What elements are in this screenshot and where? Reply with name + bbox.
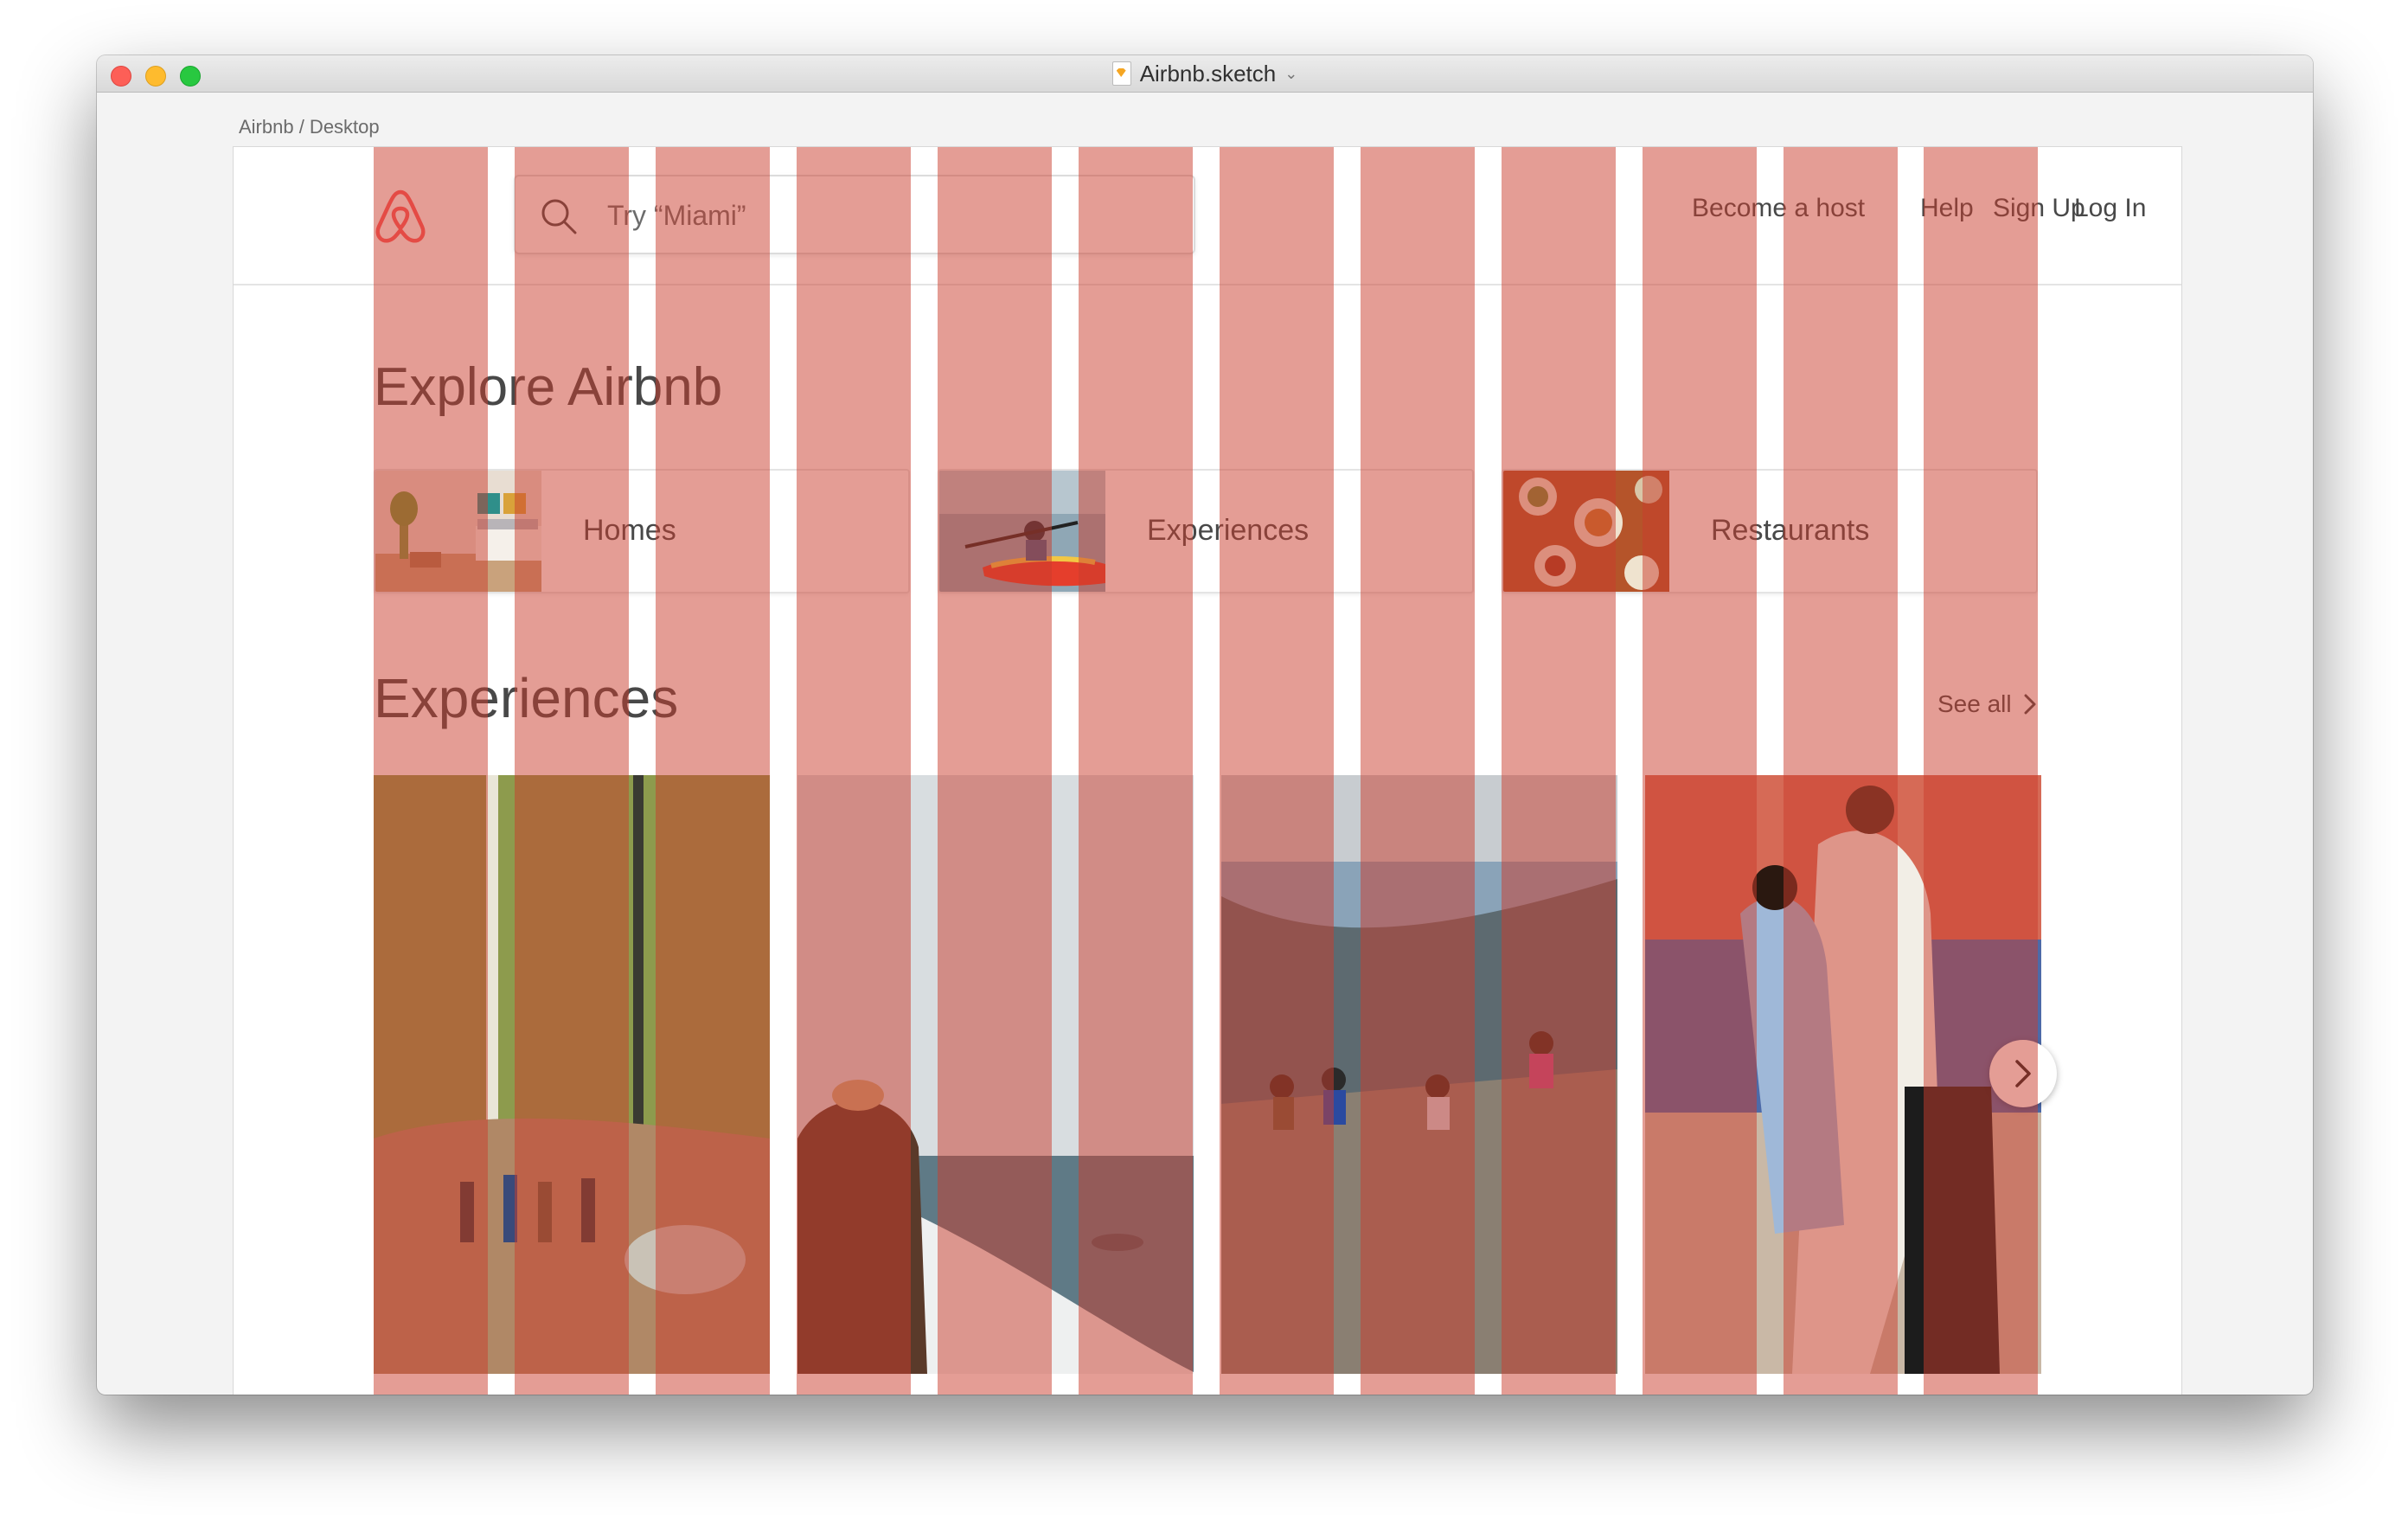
category-card-experiences[interactable]: Experiences — [938, 469, 1474, 593]
category-label-homes: Homes — [583, 514, 676, 547]
see-all-link[interactable]: See all — [1937, 690, 2036, 718]
homes-thumbnail — [375, 471, 541, 592]
experience-card-forest-hike[interactable] — [374, 775, 770, 1374]
boat-dolphins-photo — [797, 775, 1194, 1374]
search-input[interactable] — [605, 192, 1162, 239]
explore-title: Explore Airbnb — [374, 357, 723, 417]
category-card-homes[interactable]: Homes — [374, 469, 910, 593]
category-card-restaurants[interactable]: Restaurants — [1502, 469, 2038, 593]
experience-card-salsa[interactable] — [1645, 775, 2041, 1374]
chevron-down-icon: ⌄ — [1284, 64, 1298, 82]
window-titlebar: Airbnb.sketch ⌄ — [97, 55, 2313, 93]
artboard-desktop[interactable]: Become a host Help Sign Up Log In Explor… — [234, 147, 2181, 1395]
search-box[interactable] — [514, 175, 1195, 254]
sign-up-link[interactable]: Sign Up — [1993, 194, 2085, 223]
salsa-dancers-photo — [1645, 775, 2041, 1374]
experience-card-dolphin-boat[interactable] — [797, 775, 1194, 1374]
document-title[interactable]: Airbnb.sketch ⌄ — [97, 55, 2313, 92]
forest-hike-photo — [374, 775, 770, 1374]
chevron-right-icon — [2015, 1060, 2031, 1087]
experience-card-mountain-view[interactable] — [1221, 775, 1617, 1374]
airbnb-logo-icon[interactable] — [374, 187, 427, 246]
experiences-thumbnail — [939, 471, 1105, 592]
category-label-restaurants: Restaurants — [1711, 514, 1870, 547]
carousel-next-button[interactable] — [1989, 1040, 2057, 1107]
sketch-document-icon — [1111, 61, 1131, 86]
navbar: Become a host Help Sign Up Log In — [234, 147, 2181, 285]
category-label-experiences: Experiences — [1147, 514, 1310, 547]
sketch-window: Airbnb.sketch ⌄ Airbnb / Desktop Become … — [97, 55, 2313, 1395]
restaurants-thumbnail — [1503, 471, 1669, 592]
see-all-label: See all — [1937, 690, 2012, 717]
mountain-view-photo — [1221, 775, 1617, 1374]
artboard-label[interactable]: Airbnb / Desktop — [239, 116, 380, 138]
document-title-text: Airbnb.sketch — [1139, 60, 1277, 87]
help-link[interactable]: Help — [1920, 194, 1974, 223]
log-in-link[interactable]: Log In — [2074, 194, 2146, 223]
experiences-title: Experiences — [374, 667, 679, 729]
search-icon — [541, 199, 577, 234]
become-host-link[interactable]: Become a host — [1692, 194, 1865, 223]
chevron-right-icon — [2024, 694, 2036, 715]
